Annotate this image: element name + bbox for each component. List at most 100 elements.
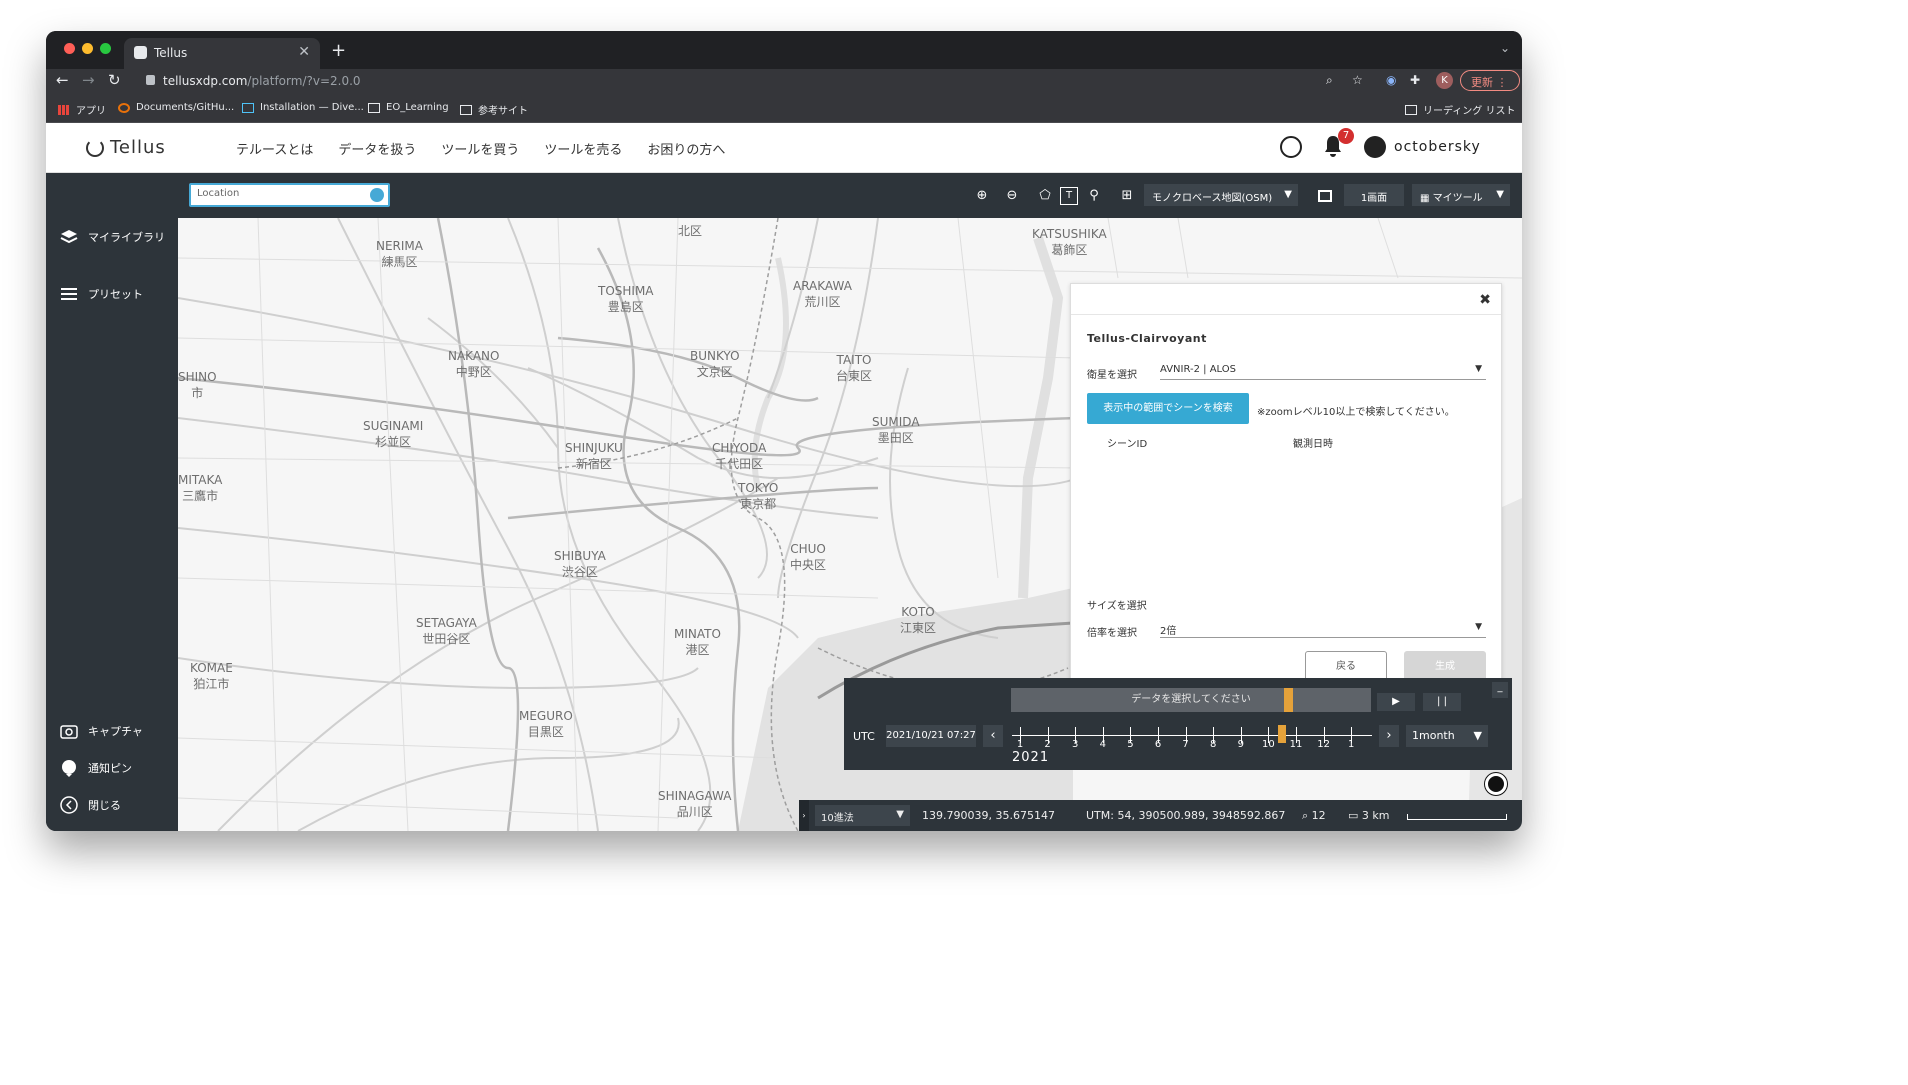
map-pin-icon[interactable]: ⚲ bbox=[1085, 187, 1103, 205]
datetime-field[interactable]: 2021/10/21 07:27 bbox=[886, 725, 976, 747]
month-tick-label: 10 bbox=[1262, 739, 1275, 750]
district-name-jp: 墨田区 bbox=[877, 431, 914, 445]
sidebar: マイライブラリ プリセット キャプチャ 通知ピン 閉じる bbox=[46, 173, 178, 831]
grid-icon[interactable]: ⊞ bbox=[1118, 187, 1136, 205]
more-menu-icon: ⋮ bbox=[1496, 76, 1508, 89]
screen-layout-icon[interactable] bbox=[1318, 190, 1332, 202]
zoom-out-icon[interactable]: ⊖ bbox=[1003, 187, 1021, 205]
bookmark-eo-learning[interactable]: EO_Learning bbox=[368, 102, 449, 113]
maximize-window-button[interactable] bbox=[100, 43, 111, 54]
search-icon[interactable] bbox=[370, 188, 384, 202]
nav-about[interactable]: テルースとは bbox=[236, 139, 313, 158]
update-button[interactable]: 更新 ⋮ bbox=[1460, 70, 1520, 91]
sidebar-item-capture[interactable]: キャプチャ bbox=[60, 722, 143, 740]
bookmark-reference[interactable]: 参考サイト bbox=[460, 102, 528, 117]
back-arrow-icon[interactable]: ← bbox=[56, 71, 69, 89]
map-district-label: CHUO 中央区 bbox=[790, 541, 826, 573]
district-name-en: KOTO bbox=[901, 605, 935, 619]
district-name-en: NAKANO bbox=[448, 349, 500, 363]
close-tab-icon[interactable]: ✕ bbox=[298, 44, 310, 60]
polygon-icon[interactable]: ⬠ bbox=[1036, 187, 1054, 205]
new-tab-icon[interactable]: + bbox=[331, 40, 346, 61]
caret-down-icon: ▼ bbox=[1475, 622, 1482, 632]
zoom-in-icon[interactable]: ⊕ bbox=[973, 187, 991, 205]
scale-bar bbox=[1407, 814, 1507, 820]
profile-avatar[interactable]: K bbox=[1436, 72, 1453, 89]
scale-select[interactable]: 2倍 ▼ bbox=[1160, 620, 1486, 638]
extension-icon[interactable]: ◉ bbox=[1386, 73, 1396, 87]
district-name-jp: 練馬区 bbox=[381, 255, 418, 269]
bookmark-installation[interactable]: Installation — Dive... bbox=[242, 102, 364, 113]
zoom-icon[interactable]: ⌕ bbox=[1326, 73, 1333, 88]
district-name-en: KOMAE bbox=[190, 661, 233, 675]
district-name-en: SHINAGAWA bbox=[658, 789, 732, 803]
district-name-jp: 台東区 bbox=[836, 369, 873, 383]
month-tick-label: 3 bbox=[1072, 739, 1079, 750]
district-name-en: SUGINAMI bbox=[363, 419, 424, 433]
close-window-button[interactable] bbox=[64, 43, 75, 54]
map-district-label: CHIYODA 千代田区 bbox=[712, 440, 766, 472]
search-scenes-button[interactable]: 表示中の範囲でシーンを検索 bbox=[1087, 393, 1249, 424]
map-district-label: BUNKYO 文京区 bbox=[690, 348, 740, 380]
basemap-select[interactable]: モノクロベース地図(OSM) ▼ bbox=[1144, 184, 1298, 206]
username[interactable]: octobersky bbox=[1394, 139, 1481, 155]
play-button[interactable]: ▶ bbox=[1377, 693, 1415, 711]
nav-data[interactable]: データを扱う bbox=[338, 139, 416, 158]
map-district-label: SHINJUKU 新宿区 bbox=[565, 440, 623, 472]
timeline-marker[interactable] bbox=[1284, 688, 1293, 712]
pause-button[interactable]: | | bbox=[1423, 693, 1461, 711]
minimize-icon[interactable]: _ bbox=[1492, 682, 1508, 698]
month-tick-label: 1 bbox=[1348, 739, 1355, 750]
month-ticks[interactable]: 1 2 3 4 5 6 7 8 9 10 11 12 1 bbox=[1012, 724, 1372, 754]
district-name-en: SHINJUKU bbox=[565, 441, 623, 455]
reading-list[interactable]: リーディング リスト bbox=[1405, 102, 1515, 117]
dive-icon bbox=[242, 102, 254, 113]
bookmark-star-icon[interactable]: ☆ bbox=[1352, 73, 1363, 87]
folder-icon bbox=[368, 102, 380, 113]
current-time-marker[interactable] bbox=[1278, 725, 1287, 743]
district-name-jp: 中野区 bbox=[455, 365, 492, 379]
panel-title: Tellus-Clairvoyant bbox=[1087, 332, 1207, 345]
location-search-input[interactable]: Location bbox=[189, 183, 390, 207]
sidebar-item-notify-pin[interactable]: 通知ピン bbox=[60, 759, 132, 777]
locate-target-icon[interactable] bbox=[1485, 773, 1507, 795]
sidebar-item-close[interactable]: 閉じる bbox=[60, 796, 121, 814]
forward-arrow-icon[interactable]: → bbox=[82, 71, 95, 89]
statusbar-toggle-icon[interactable]: › bbox=[799, 800, 809, 831]
satellite-select[interactable]: AVNIR-2 | ALOS ▼ bbox=[1160, 362, 1486, 380]
minimize-window-button[interactable] bbox=[82, 43, 93, 54]
timeline-data-bar[interactable]: データを選択してください bbox=[1011, 688, 1371, 712]
interval-select[interactable]: 1month ▼ bbox=[1406, 725, 1488, 747]
bookmark-documents[interactable]: Documents/GitHu... bbox=[118, 102, 234, 113]
address-bar[interactable]: tellusxdp.com/platform/?v=2.0.0 bbox=[136, 70, 1516, 92]
puzzle-extensions-icon[interactable]: ✚ bbox=[1410, 73, 1420, 87]
globe-icon[interactable] bbox=[1280, 136, 1302, 158]
user-icon[interactable] bbox=[1364, 136, 1386, 158]
district-name-en: SHINO bbox=[178, 370, 217, 384]
prev-arrow-icon[interactable]: ‹ bbox=[983, 725, 1003, 747]
district-name-jp: 目黒区 bbox=[527, 725, 564, 739]
district-name-en: CHUO bbox=[790, 542, 826, 556]
bookmark-apps[interactable]: アプリ bbox=[58, 102, 106, 117]
nav-sell-tools[interactable]: ツールを売る bbox=[544, 139, 622, 158]
number-format-select[interactable]: 10進法 ▼ bbox=[815, 805, 910, 826]
sidebar-item-my-library[interactable]: マイライブラリ bbox=[60, 228, 165, 246]
district-name-en: SETAGAYA bbox=[416, 616, 477, 630]
nav-help[interactable]: お困りの方へ bbox=[647, 139, 725, 158]
browser-tab[interactable]: Tellus ✕ bbox=[124, 38, 320, 69]
map-district-label: KOTO 江東区 bbox=[900, 604, 936, 636]
zoom-level: ⌕ 12 bbox=[1302, 809, 1326, 822]
nav-buy-tools[interactable]: ツールを買う bbox=[441, 139, 519, 158]
tellus-logo[interactable]: Tellus bbox=[86, 137, 166, 158]
close-panel-icon[interactable]: ✖ bbox=[1479, 292, 1491, 308]
screens-select[interactable]: 1画面 bbox=[1344, 184, 1404, 206]
map-district-label: SUGINAMI 杉並区 bbox=[363, 418, 423, 450]
mytools-select[interactable]: ▦ マイツール ▼ bbox=[1412, 184, 1510, 206]
map-district-label: SHIBUYA 渋谷区 bbox=[554, 548, 606, 580]
reload-icon[interactable]: ↻ bbox=[108, 71, 121, 89]
text-tool-icon[interactable]: T bbox=[1060, 187, 1078, 205]
tab-search-chevron-icon[interactable]: ⌄ bbox=[1500, 41, 1510, 55]
next-arrow-icon[interactable]: › bbox=[1379, 725, 1399, 747]
observation-date-header: 観測日時 bbox=[1293, 439, 1333, 450]
sidebar-item-preset[interactable]: プリセット bbox=[60, 285, 143, 303]
